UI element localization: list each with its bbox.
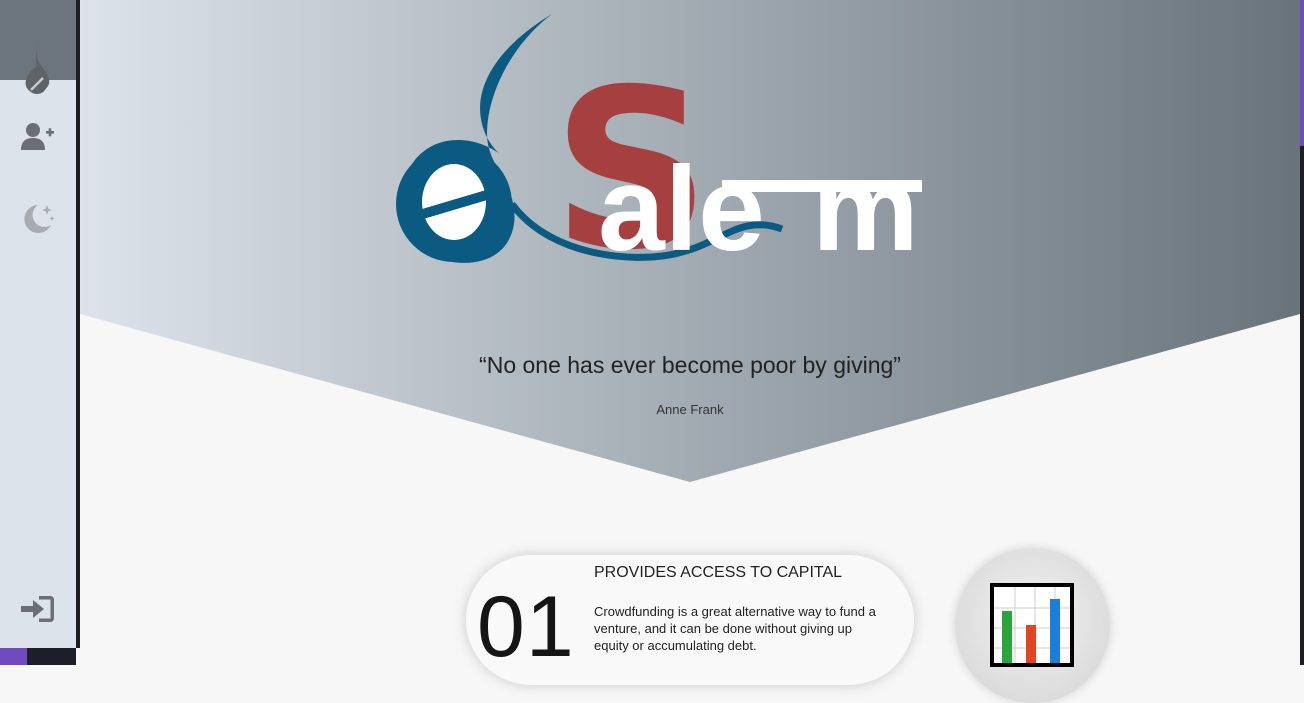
sign-in-icon[interactable] — [0, 594, 76, 624]
svg-text:ale: ale — [598, 142, 765, 274]
drop-logo-icon[interactable] — [0, 32, 76, 98]
hero-quote-author: Anne Frank — [656, 402, 724, 417]
moon-stars-icon[interactable] — [0, 200, 76, 236]
feature-number: 01 — [477, 579, 575, 675]
hero-quote: “No one has ever become poor by giving” — [479, 352, 901, 378]
salem-logo: S ale m — [392, 14, 972, 298]
svg-text:m: m — [812, 142, 919, 274]
bar-chart-icon — [990, 583, 1074, 672]
sidebar-footer-accent — [0, 648, 27, 665]
feature-title: PROVIDES ACCESS TO CAPITAL — [594, 564, 843, 581]
feature-description: Crowdfunding is a great alternative way … — [594, 604, 876, 653]
right-edge — [1300, 146, 1304, 665]
user-plus-icon[interactable] — [0, 120, 76, 152]
right-edge-accent — [1300, 0, 1304, 146]
